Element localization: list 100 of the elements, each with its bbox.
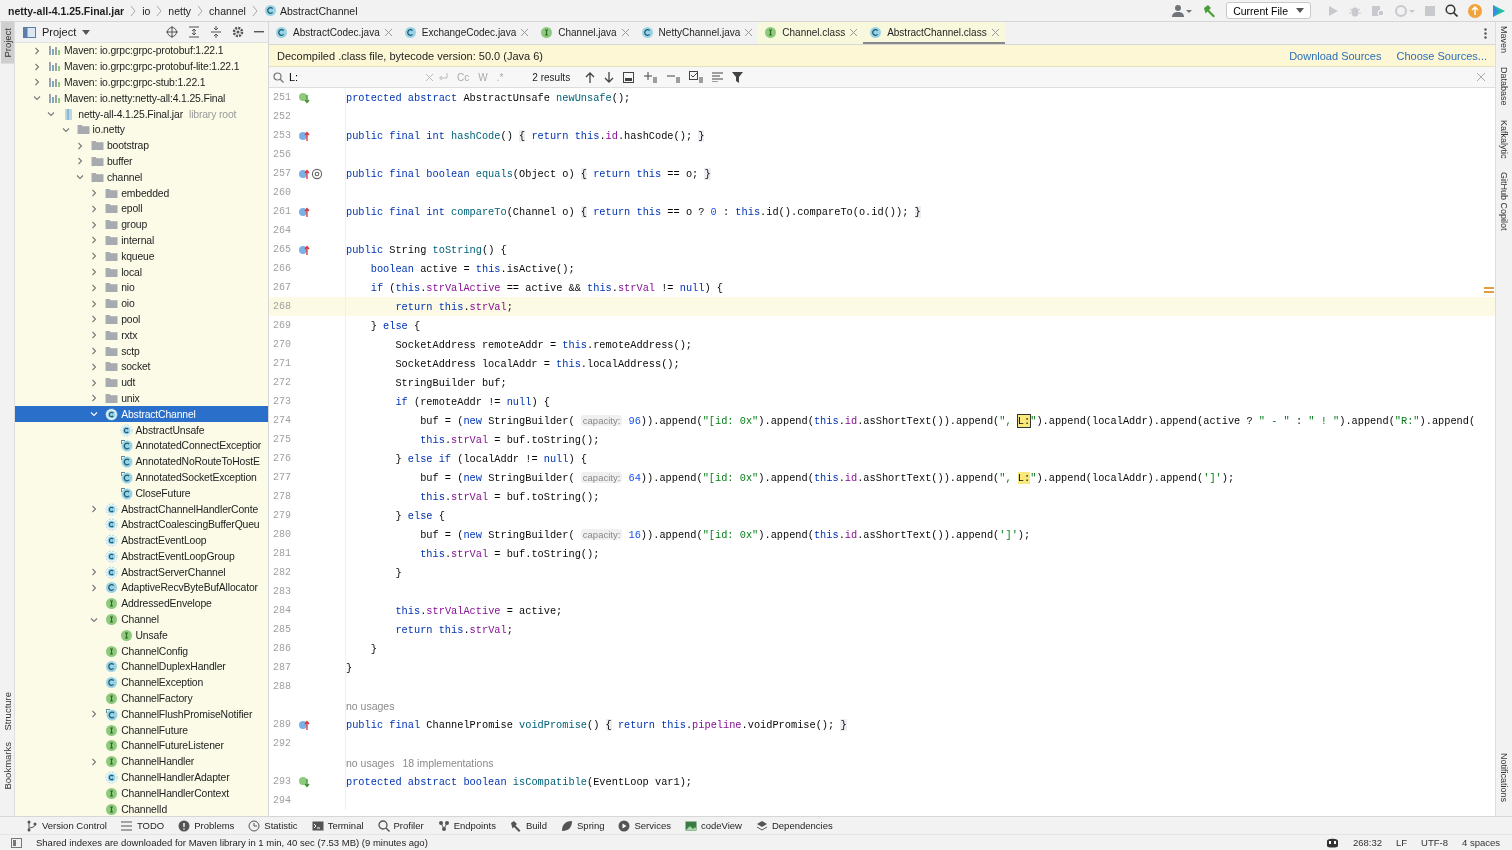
- settings-icon[interactable]: [232, 26, 244, 38]
- overrides-icon[interactable]: [298, 205, 310, 218]
- tree-item[interactable]: AbstractChannelHandlerConte: [15, 501, 268, 517]
- tree-item[interactable]: AbstractServerChannel: [15, 564, 268, 581]
- tree-item[interactable]: ChannelId: [15, 801, 268, 816]
- user-icon[interactable]: [1172, 3, 1193, 18]
- app-logo-icon[interactable]: [1492, 3, 1506, 18]
- banner-link[interactable]: Choose Sources...: [1396, 49, 1487, 62]
- tree-item[interactable]: ChannelFuture: [15, 722, 268, 739]
- tree-item[interactable]: Maven: io.grpc:grpc-protobuf:1.22.1: [15, 43, 268, 59]
- tool-window-button[interactable]: Endpoints: [437, 819, 496, 832]
- breadcrumb[interactable]: netty: [168, 4, 192, 17]
- tree-item[interactable]: Channel: [15, 611, 268, 628]
- tree-item[interactable]: Maven: io.grpc:grpc-stub:1.22.1: [15, 74, 268, 91]
- tree-item[interactable]: CloseFuture: [15, 485, 268, 502]
- run-configuration-dropdown[interactable]: Current File: [1226, 2, 1311, 19]
- collapse-all-icon[interactable]: [210, 26, 222, 38]
- implemented-icon[interactable]: [298, 775, 310, 788]
- tree-item[interactable]: ChannelHandler: [15, 753, 268, 770]
- tool-window-button[interactable]: Dependencies: [755, 819, 833, 832]
- status-item[interactable]: 4 spaces: [1461, 837, 1500, 848]
- search-icon[interactable]: [1445, 4, 1458, 17]
- tree-item[interactable]: Maven: io.grpc:grpc-protobuf-lite:1.22.1: [15, 58, 268, 75]
- select-occurrences-icon[interactable]: [689, 71, 704, 83]
- layout-icon[interactable]: [11, 837, 22, 848]
- tree-item[interactable]: rxtx: [15, 327, 268, 344]
- editor-tab[interactable]: AbstractChannel.class: [863, 22, 1005, 44]
- tree-item[interactable]: pool: [15, 311, 268, 328]
- editor-tab[interactable]: NettyChannel.java: [634, 22, 759, 44]
- tree-item[interactable]: AbstractUnsafe: [15, 422, 268, 438]
- tree-item[interactable]: ChannelFlushPromiseNotifier: [15, 706, 268, 723]
- tool-window-button[interactable]: GitHub Copilot: [1499, 172, 1509, 739]
- editor-tab[interactable]: Channel.class: [758, 22, 864, 44]
- tool-window-button[interactable]: Structure: [0, 685, 14, 737]
- add-occurrence-icon[interactable]: [643, 71, 658, 83]
- tree-item[interactable]: sctp: [15, 343, 268, 359]
- breadcrumb[interactable]: channel: [209, 4, 246, 17]
- editor-tab[interactable]: ExchangeCodec.java: [397, 22, 535, 44]
- copilot-icon[interactable]: [1325, 837, 1339, 848]
- tree-item[interactable]: AddressedEnvelope: [15, 595, 268, 612]
- tool-window-button[interactable]: Statistic: [248, 819, 298, 832]
- tree-item[interactable]: internal: [15, 232, 268, 249]
- overrides-icon[interactable]: [298, 167, 310, 180]
- tree-item[interactable]: socket: [15, 358, 268, 375]
- close-icon[interactable]: [384, 28, 392, 36]
- status-message[interactable]: Shared indexes are downloaded for Maven library in 1 min, 40 sec (7.53 MB) (9 minutes ago): [36, 837, 428, 848]
- tree-item[interactable]: kqueue: [15, 248, 268, 265]
- tool-window-button[interactable]: Notifications: [1499, 752, 1509, 802]
- tool-window-button[interactable]: Build: [509, 819, 547, 832]
- breadcrumb[interactable]: netty-all-4.1.25.Final.jar: [8, 4, 125, 17]
- tree-item[interactable]: bootstrap: [15, 137, 268, 154]
- breadcrumb[interactable]: AbstractChannel: [263, 4, 358, 17]
- tree-item[interactable]: ChannelHandlerContext: [15, 785, 268, 802]
- filter-icon[interactable]: [732, 71, 744, 83]
- breadcrumb[interactable]: io: [142, 4, 151, 17]
- tool-window-button[interactable]: Database: [1499, 67, 1509, 106]
- close-icon[interactable]: [521, 28, 529, 36]
- tool-window-button[interactable]: Bookmarks: [0, 736, 14, 796]
- tree-item[interactable]: ChannelException: [15, 674, 268, 691]
- tree-item[interactable]: AdaptiveRecvByteBufAllocator: [15, 580, 268, 596]
- close-icon[interactable]: [1477, 73, 1485, 81]
- filter-lines-icon[interactable]: [712, 72, 724, 82]
- tree-item[interactable]: Unsafe: [15, 627, 268, 644]
- tree-item[interactable]: Maven: io.netty:netty-all:4.1.25.Final: [15, 90, 268, 107]
- tool-window-button[interactable]: Spring: [561, 819, 605, 832]
- next-match-icon[interactable]: [604, 71, 615, 83]
- tree-item[interactable]: ChannelHandlerAdapter: [15, 769, 268, 786]
- search-field[interactable]: L:: [289, 71, 421, 83]
- close-icon[interactable]: [621, 28, 629, 36]
- hammer-icon[interactable]: [1202, 3, 1217, 18]
- banner-link[interactable]: Download Sources: [1289, 49, 1382, 62]
- status-item[interactable]: 268:32: [1352, 837, 1382, 848]
- tool-window-button[interactable]: Version Control: [26, 819, 107, 832]
- tree-item[interactable]: buffer: [15, 153, 268, 170]
- tree-item[interactable]: channel: [15, 169, 268, 186]
- editor-tab[interactable]: AbstractCodec.java: [269, 22, 398, 44]
- tree-item[interactable]: netty-all-4.1.25.Final.jar library root: [15, 106, 268, 122]
- close-icon[interactable]: [850, 28, 858, 36]
- tool-window-button[interactable]: Project: [0, 22, 14, 64]
- close-icon[interactable]: [745, 28, 753, 36]
- more-icon[interactable]: [1484, 27, 1487, 39]
- tree-item[interactable]: AnnotatedNoRouteToHostE: [15, 453, 268, 470]
- previous-match-icon[interactable]: [585, 71, 596, 83]
- code-vision-hint[interactable]: no usages: [346, 699, 395, 712]
- tree-item[interactable]: AbstractChannel: [15, 406, 268, 423]
- at-sign-icon[interactable]: [311, 167, 323, 180]
- tree-item[interactable]: ChannelDuplexHandler: [15, 659, 268, 675]
- tool-window-button[interactable]: Kafkalytic: [1499, 119, 1509, 159]
- tool-window-button[interactable]: Services: [618, 819, 671, 832]
- update-icon[interactable]: [1468, 3, 1482, 18]
- code-vision-hint[interactable]: 18 implementations: [402, 756, 494, 769]
- tree-item[interactable]: local: [15, 264, 268, 280]
- tree-item[interactable]: group: [15, 216, 268, 233]
- tree-item[interactable]: unix: [15, 390, 268, 407]
- tool-window-button[interactable]: TODO: [120, 819, 165, 832]
- overrides-icon[interactable]: [298, 129, 310, 142]
- tree-item[interactable]: ChannelFutureListener: [15, 738, 268, 754]
- editor-tab[interactable]: Channel.java: [534, 22, 635, 44]
- target-icon[interactable]: [166, 26, 178, 38]
- tool-window-button[interactable]: Terminal: [311, 819, 364, 832]
